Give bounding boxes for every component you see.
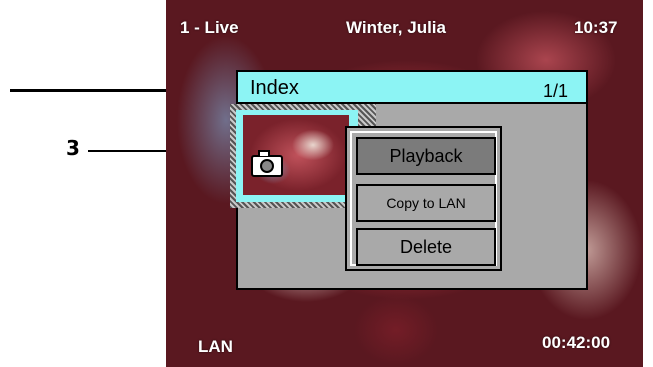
camera-lens-icon <box>260 159 274 173</box>
elapsed-time: 00:42:00 <box>542 333 611 352</box>
thumbnail-image[interactable] <box>243 115 349 195</box>
dialog-title: Index <box>250 77 299 99</box>
camera-icon-top <box>258 150 270 156</box>
playback-button[interactable]: Playback <box>356 137 496 175</box>
context-menu-inner: Playback Copy to LAN Delete <box>350 131 497 266</box>
context-menu: Playback Copy to LAN Delete <box>345 126 502 271</box>
dialog-header: Index 1/1 <box>238 72 586 104</box>
patient-name: Winter, Julia <box>346 18 446 37</box>
channel-label: 1 - Live <box>180 18 239 37</box>
camera-icon <box>251 150 283 177</box>
network-label: LAN <box>198 337 233 356</box>
copy-to-lan-button[interactable]: Copy to LAN <box>356 184 496 222</box>
callout-number: 3 <box>66 136 80 160</box>
clock-time: 10:37 <box>574 18 618 37</box>
page-count: 1/1 <box>542 81 568 101</box>
thumbnail-highlight <box>236 110 358 202</box>
delete-button[interactable]: Delete <box>356 228 496 266</box>
